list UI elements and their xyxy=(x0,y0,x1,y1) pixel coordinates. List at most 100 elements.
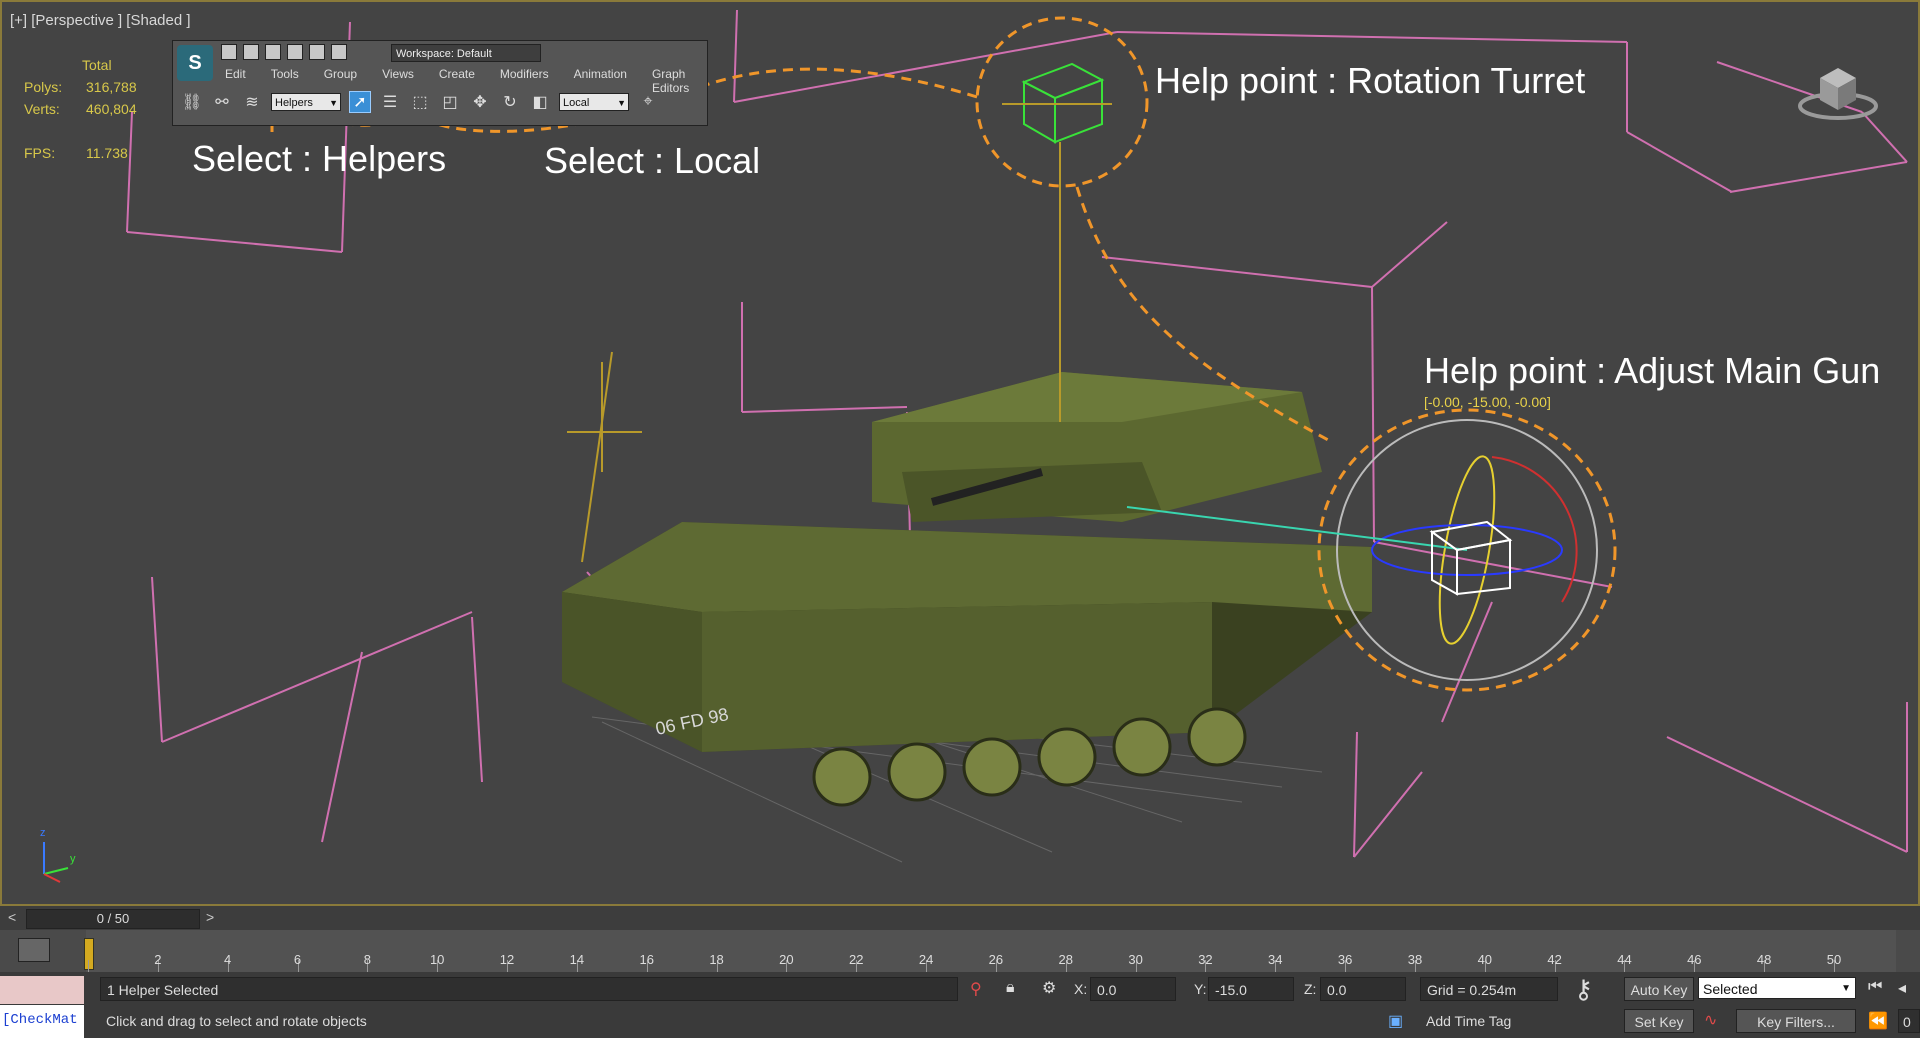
selection-filter-dropdown[interactable]: Helpers xyxy=(271,93,341,112)
link-icon[interactable]: ⛓ xyxy=(181,91,203,113)
open-file-icon[interactable] xyxy=(243,44,259,60)
redo-icon[interactable] xyxy=(309,44,325,60)
project-folder-icon[interactable] xyxy=(331,44,347,60)
perspective-viewport[interactable]: 06 FD 98 z y [+] [Perspective] [Shaded … xyxy=(0,0,1920,906)
selection-status: 1 Helper Selected xyxy=(100,977,958,1001)
select-object-icon[interactable]: ➚ xyxy=(349,91,371,113)
annotation-help-main-gun: Help point : Adjust Main Gun xyxy=(1424,350,1881,391)
prev-frame-button[interactable]: < xyxy=(8,909,16,925)
frame-tick-label: 30 xyxy=(1128,952,1143,967)
frame-tick-label: 6 xyxy=(293,952,302,967)
select-by-name-icon[interactable]: ☰ xyxy=(379,91,401,113)
key-mode-dropdown[interactable]: Selected xyxy=(1698,977,1856,1000)
open-mini-curve-editor-icon[interactable] xyxy=(18,938,50,962)
polys-label: Polys: xyxy=(24,79,63,95)
viewport-label[interactable]: [+] [Perspective ] [Shaded ] xyxy=(10,12,191,29)
use-pivot-icon[interactable]: ⌖ xyxy=(637,91,659,113)
helper-point-yellow xyxy=(567,351,642,563)
frame-tick-label: 26 xyxy=(988,952,1004,967)
rect-region-icon[interactable]: ⬚ xyxy=(409,91,431,113)
set-key-mode-icon[interactable]: ⚷ xyxy=(1574,974,1593,1005)
time-slider[interactable]: 0 / 50 xyxy=(26,909,200,929)
z-coord-field[interactable]: 0.0 xyxy=(1320,977,1406,1001)
frame-tick-label: 10 xyxy=(429,952,445,967)
reference-coord-dropdown[interactable]: Local xyxy=(559,93,629,112)
status-row-1: 1 Helper Selected ⚲ 🔒︎ ⚙ X: 0.0 Y: -15.0… xyxy=(0,972,1920,1005)
frame-tick-label: 28 xyxy=(1058,952,1073,967)
frame-tick-label: 12 xyxy=(499,952,515,967)
workspace-dropdown[interactable]: Workspace: Default xyxy=(391,44,541,62)
annotation-help-turret: Help point : Rotation Turret xyxy=(1155,60,1586,101)
turret-helper-box xyxy=(1002,62,1112,422)
frame-tick xyxy=(88,960,89,972)
next-frame-button[interactable]: > xyxy=(206,909,214,925)
frame-tick-label: 18 xyxy=(709,952,724,967)
scale-icon[interactable]: ◧ xyxy=(529,91,551,113)
frame-tick-label: 8 xyxy=(363,952,371,967)
grid-size-display: Grid = 0.254m xyxy=(1420,977,1558,1001)
main-toolbar-inset: S Workspace: Default Edit Tools Group Vi… xyxy=(172,40,708,126)
undo-icon[interactable] xyxy=(287,44,303,60)
tank-model xyxy=(562,372,1372,807)
viewcube-icon[interactable] xyxy=(1798,58,1878,122)
y-label: Y: xyxy=(1194,981,1207,997)
x-label: X: xyxy=(1074,981,1088,997)
previous-key-icon[interactable]: ⏪ xyxy=(1868,1011,1888,1031)
x-coord-field[interactable]: 0.0 xyxy=(1090,977,1176,1001)
verts-label: Verts: xyxy=(24,101,60,117)
frame-tick-label: 22 xyxy=(849,952,864,967)
fps-value: 11.738 xyxy=(86,145,128,161)
auto-key-button[interactable]: Auto Key xyxy=(1624,977,1694,1001)
stats-header: Total xyxy=(82,57,112,73)
add-time-tag-icon[interactable]: ▣ xyxy=(1388,1011,1403,1031)
frame-tick-label: 2 xyxy=(154,952,162,967)
window-crossing-icon[interactable]: ◰ xyxy=(439,91,461,113)
tool-row: ⛓ ⚯ ≋ Helpers ➚ ☰ ⬚ ◰ ✥ ↻ ◧ Local ⌖ xyxy=(181,91,659,113)
frame-tick-label: 38 xyxy=(1407,952,1423,967)
frame-tick-label: 46 xyxy=(1687,952,1702,967)
axis-tripod xyxy=(43,842,69,883)
key-curve-icon[interactable]: ∿ xyxy=(1704,1010,1717,1030)
maxscript-listener-top[interactable] xyxy=(0,976,84,1004)
quick-access-toolbar xyxy=(221,44,347,60)
y-coord-field[interactable]: -15.0 xyxy=(1208,977,1294,1001)
fps-label: FPS: xyxy=(24,145,56,161)
absolute-mode-icon[interactable]: ⚙ xyxy=(1042,978,1056,998)
frame-tick-label: 14 xyxy=(569,952,585,967)
frame-tick-label: 50 xyxy=(1826,952,1842,967)
frame-tick-label: 32 xyxy=(1198,952,1213,967)
frame-tick-label: 16 xyxy=(639,952,654,967)
app-logo-icon[interactable]: S xyxy=(177,45,213,81)
frame-tick-label: 42 xyxy=(1547,952,1562,967)
go-to-start-icon[interactable]: ⏮ xyxy=(1868,978,1882,996)
previous-frame-icon[interactable]: ◂ xyxy=(1898,978,1906,998)
isolate-toggle-icon[interactable]: ⚲ xyxy=(970,979,982,999)
time-slider-bar: < 0 / 50 > xyxy=(0,906,1920,930)
verts-value: 460,804 xyxy=(86,101,137,117)
key-filters-button[interactable]: Key Filters... xyxy=(1736,1009,1856,1033)
add-time-tag-button[interactable]: Add Time Tag xyxy=(1420,1009,1558,1033)
menu-graph-editors[interactable]: Graph Editors xyxy=(652,67,707,95)
time-cursor[interactable] xyxy=(84,938,94,970)
track-bar[interactable]: 2 4 6 8 10 12 14 16 18 20 22 24 26 28 30 32 34 36 38 40 42 44… xyxy=(0,930,1920,972)
rotate-icon[interactable]: ↻ xyxy=(499,91,521,113)
frame-tick-label: 40 xyxy=(1477,952,1493,967)
save-file-icon[interactable] xyxy=(265,44,281,60)
scene-statistics: Total Polys: 316,788 Verts: 460,804 FPS: 11… xyxy=(24,54,137,164)
z-label: Z: xyxy=(1304,981,1317,997)
move-icon[interactable]: ✥ xyxy=(469,91,491,113)
set-key-button[interactable]: Set Key xyxy=(1624,1009,1694,1033)
new-file-icon[interactable] xyxy=(221,44,237,60)
unlink-icon[interactable]: ⚯ xyxy=(211,91,233,113)
selection-lock-icon[interactable]: 🔒︎ xyxy=(1006,979,1015,997)
current-frame-field[interactable]: 0 xyxy=(1898,1009,1920,1033)
bind-space-warp-icon[interactable]: ≋ xyxy=(241,91,263,113)
gizmo-coordinates: [-0.00, -15.00, -0.00] xyxy=(1424,394,1551,410)
prompt-line: Click and drag to select and rotate obje… xyxy=(100,1009,1380,1033)
status-row-2: [CheckMat Click and drag to select and r… xyxy=(0,1005,1920,1038)
maxscript-listener[interactable]: [CheckMat xyxy=(0,1005,84,1038)
axis-z-label: z xyxy=(40,827,46,839)
frame-tick-label: 20 xyxy=(779,952,794,967)
annotation-select-helpers: Select : Helpers xyxy=(192,138,447,179)
frame-tick-label: 34 xyxy=(1268,952,1283,967)
